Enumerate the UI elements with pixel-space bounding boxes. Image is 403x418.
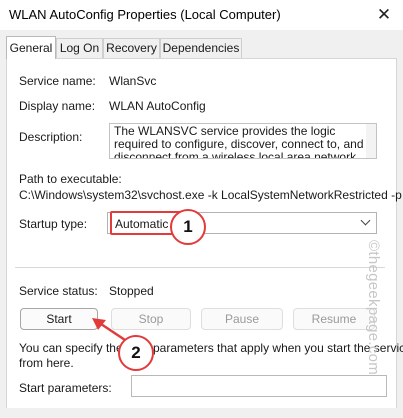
annotation-badge-2: 2 <box>118 335 154 371</box>
annotation-arrowhead-2 <box>92 318 106 330</box>
tab-general[interactable]: General <box>6 36 56 59</box>
watermark: ©thegeekpage.com <box>360 240 388 390</box>
annotation-badge-1: 1 <box>170 209 206 245</box>
watermark-text: ©thegeekpage.com <box>365 240 382 376</box>
annotation-layer <box>92 226 192 344</box>
bottom-strip <box>0 408 403 418</box>
